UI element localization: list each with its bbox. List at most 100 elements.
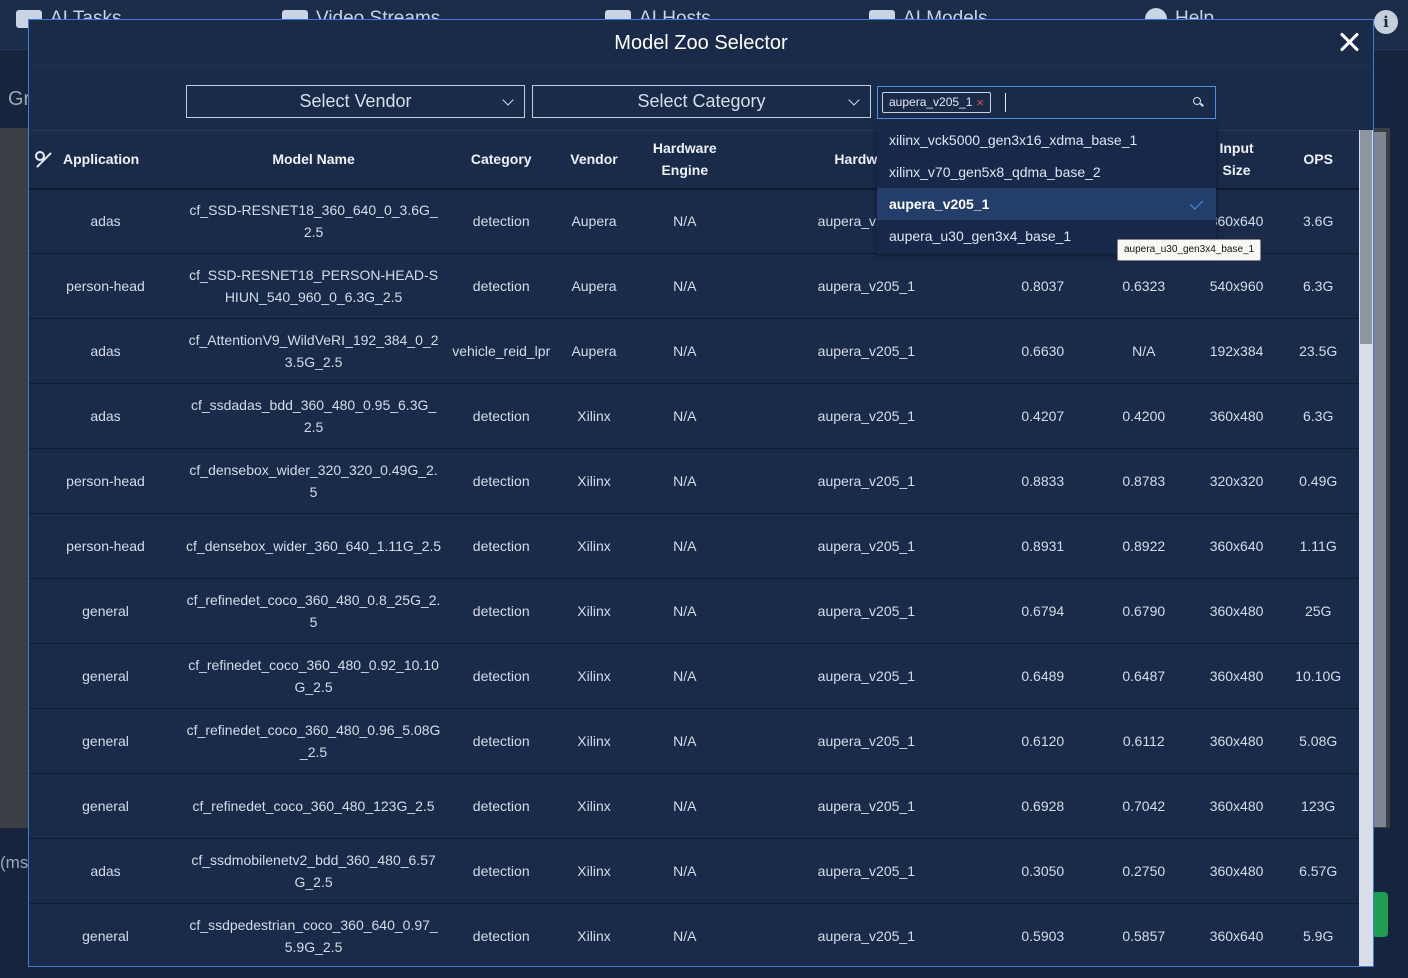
column-model-name[interactable]: Model Name	[182, 131, 445, 189]
table-row[interactable]: general cf_refinedet_coco_360_480_123G_2.…	[29, 774, 1359, 839]
scrollbar-thumb[interactable]	[1360, 130, 1372, 344]
cell-vendor: Xilinx	[577, 668, 611, 684]
cell-hardware-engine: N/A	[673, 473, 697, 489]
column-vendor[interactable]: Vendor	[557, 131, 630, 189]
cell-category: detection	[472, 278, 530, 294]
cell-ops: 123G	[1301, 798, 1336, 814]
cell-model-name: cf_refinedet_coco_360_480_123G_2.5	[192, 798, 435, 814]
cell-vendor: Xilinx	[577, 798, 611, 814]
table-row[interactable]: person-head cf_SSD-RESNET18_PERSON-HEAD-S…	[29, 254, 1359, 319]
cell-input-size: 360x480	[1209, 668, 1264, 684]
background-action-button[interactable]	[1372, 892, 1388, 937]
cell-metric-2: 0.6790	[1122, 603, 1166, 619]
cell-hardware: aupera_v205_1	[817, 668, 915, 684]
hardware-tag-label: aupera_v205_1	[889, 95, 973, 109]
cell-metric-2: 0.2750	[1122, 863, 1166, 879]
cell-metric-2: 0.6112	[1122, 733, 1165, 749]
cell-metric-1: 0.8037	[1021, 278, 1065, 294]
info-icon[interactable]: i	[1374, 10, 1398, 34]
cell-hardware: aupera_v205_1	[817, 863, 915, 879]
cell-ops: 1.11G	[1299, 538, 1337, 554]
column-ops[interactable]: OPS	[1277, 131, 1359, 189]
cell-metric-1: 0.4207	[1021, 408, 1065, 424]
cell-ops: 10.10G	[1295, 668, 1342, 684]
cell-ops: 6.57G	[1299, 863, 1338, 879]
cell-ops: 0.49G	[1299, 473, 1338, 489]
cell-metric-1: 0.8833	[1021, 473, 1065, 489]
cell-hardware-engine: N/A	[673, 733, 697, 749]
table-row[interactable]: adas cf_ssdadas_bdd_360_480_0.95_6.3G_2.5…	[29, 384, 1359, 449]
dropdown-option-selected[interactable]: aupera_v205_1	[877, 188, 1216, 220]
cell-input-size: 360x480	[1209, 798, 1264, 814]
table-row[interactable]: adas cf_AttentionV9_WildVeRI_192_384_0_23…	[29, 319, 1359, 384]
cell-vendor: Xilinx	[577, 603, 611, 619]
table-row[interactable]: general cf_ssdpedestrian_coco_360_640_0.9…	[29, 904, 1359, 967]
cell-model-name: cf_refinedet_coco_360_480_0.8_25G_2.5	[186, 592, 441, 630]
cell-category: detection	[472, 668, 530, 684]
cell-category: detection	[472, 408, 530, 424]
cell-application: general	[82, 798, 129, 814]
option-tooltip: aupera_u30_gen3x4_base_1	[1117, 239, 1262, 261]
cell-application: adas	[90, 408, 121, 424]
table-scrollbar[interactable]	[1359, 130, 1373, 966]
category-select-label: Select Category	[637, 91, 766, 111]
cell-input-size: 360x480	[1209, 733, 1264, 749]
cell-metric-1: 0.6120	[1021, 733, 1065, 749]
cell-vendor: Xilinx	[577, 863, 611, 879]
hardware-search-input[interactable]: aupera_v205_1 ×	[877, 86, 1216, 119]
cell-application: general	[82, 668, 129, 684]
table-row[interactable]: person-head cf_densebox_wider_320_320_0.4…	[29, 449, 1359, 514]
cell-application: person-head	[66, 473, 145, 489]
cell-ops: 23.5G	[1299, 343, 1338, 359]
cell-vendor: Aupera	[571, 213, 617, 230]
cell-ops: 6.3G	[1303, 408, 1334, 424]
column-application[interactable]: Application	[29, 131, 182, 189]
cell-hardware-engine: N/A	[673, 798, 697, 814]
category-select[interactable]: Select Category	[532, 85, 871, 118]
cell-vendor: Aupera	[571, 343, 617, 359]
cell-metric-2: 0.7042	[1122, 798, 1166, 814]
cell-metric-2: N/A	[1132, 343, 1156, 359]
chevron-down-icon	[848, 94, 860, 106]
modal-title: Model Zoo Selector	[614, 32, 788, 54]
cell-input-size: 360x640	[1209, 928, 1264, 944]
table-row[interactable]: person-head cf_densebox_wider_360_640_1.1…	[29, 514, 1359, 579]
dropdown-option[interactable]: xilinx_vck5000_gen3x16_xdma_base_1	[877, 124, 1216, 156]
cell-input-size: 192x384	[1209, 343, 1264, 359]
cell-vendor: Xilinx	[577, 928, 611, 944]
cell-ops: 5.08G	[1299, 733, 1338, 749]
modal-header: Model Zoo Selector	[29, 20, 1373, 66]
table-row[interactable]: general cf_refinedet_coco_360_480_0.96_5.…	[29, 709, 1359, 774]
cell-vendor: Aupera	[571, 278, 617, 294]
cell-application: adas	[90, 343, 121, 359]
remove-tag-icon[interactable]: ×	[976, 93, 984, 112]
check-icon	[1189, 196, 1204, 210]
column-label: Hardware Engine	[652, 140, 717, 179]
search-icon[interactable]	[1193, 97, 1201, 105]
cell-vendor: Xilinx	[577, 473, 611, 489]
table-row[interactable]: adas cf_ssdmobilenetv2_bdd_360_480_6.57G_…	[29, 839, 1359, 904]
close-icon[interactable]	[1337, 30, 1361, 54]
dropdown-option[interactable]: xilinx_v70_gen5x8_qdma_base_2	[877, 156, 1216, 188]
cell-hardware: aupera_v205_1	[817, 928, 915, 944]
chevron-down-icon	[502, 94, 514, 106]
cell-model-name: cf_AttentionV9_WildVeRI_192_384_0_23.5G_…	[188, 332, 439, 370]
vendor-select[interactable]: Select Vendor	[186, 85, 525, 118]
cell-application: adas	[90, 213, 121, 230]
cell-application: adas	[90, 863, 121, 879]
cell-model-name: cf_densebox_wider_360_640_1.11G_2.5	[186, 538, 442, 554]
column-category[interactable]: Category	[445, 131, 557, 189]
cell-hardware-engine: N/A	[673, 928, 697, 944]
cell-category: detection	[472, 538, 530, 554]
table-row[interactable]: general cf_refinedet_coco_360_480_0.8_25G…	[29, 579, 1359, 644]
cell-hardware-engine: N/A	[673, 538, 697, 554]
cell-hardware: aupera_v205_1	[817, 603, 915, 619]
table-row[interactable]: general cf_refinedet_coco_360_480_0.92_10…	[29, 644, 1359, 709]
cell-hardware-engine: N/A	[673, 213, 697, 230]
option-label: xilinx_v70_gen5x8_qdma_base_2	[889, 164, 1101, 180]
cell-metric-2: 0.5857	[1122, 928, 1166, 944]
cell-category: detection	[472, 213, 530, 230]
cell-ops: 5.9G	[1303, 928, 1334, 944]
cell-hardware: aupera_v205_1	[817, 473, 915, 489]
column-hardware-engine[interactable]: Hardware Engine	[631, 131, 739, 189]
